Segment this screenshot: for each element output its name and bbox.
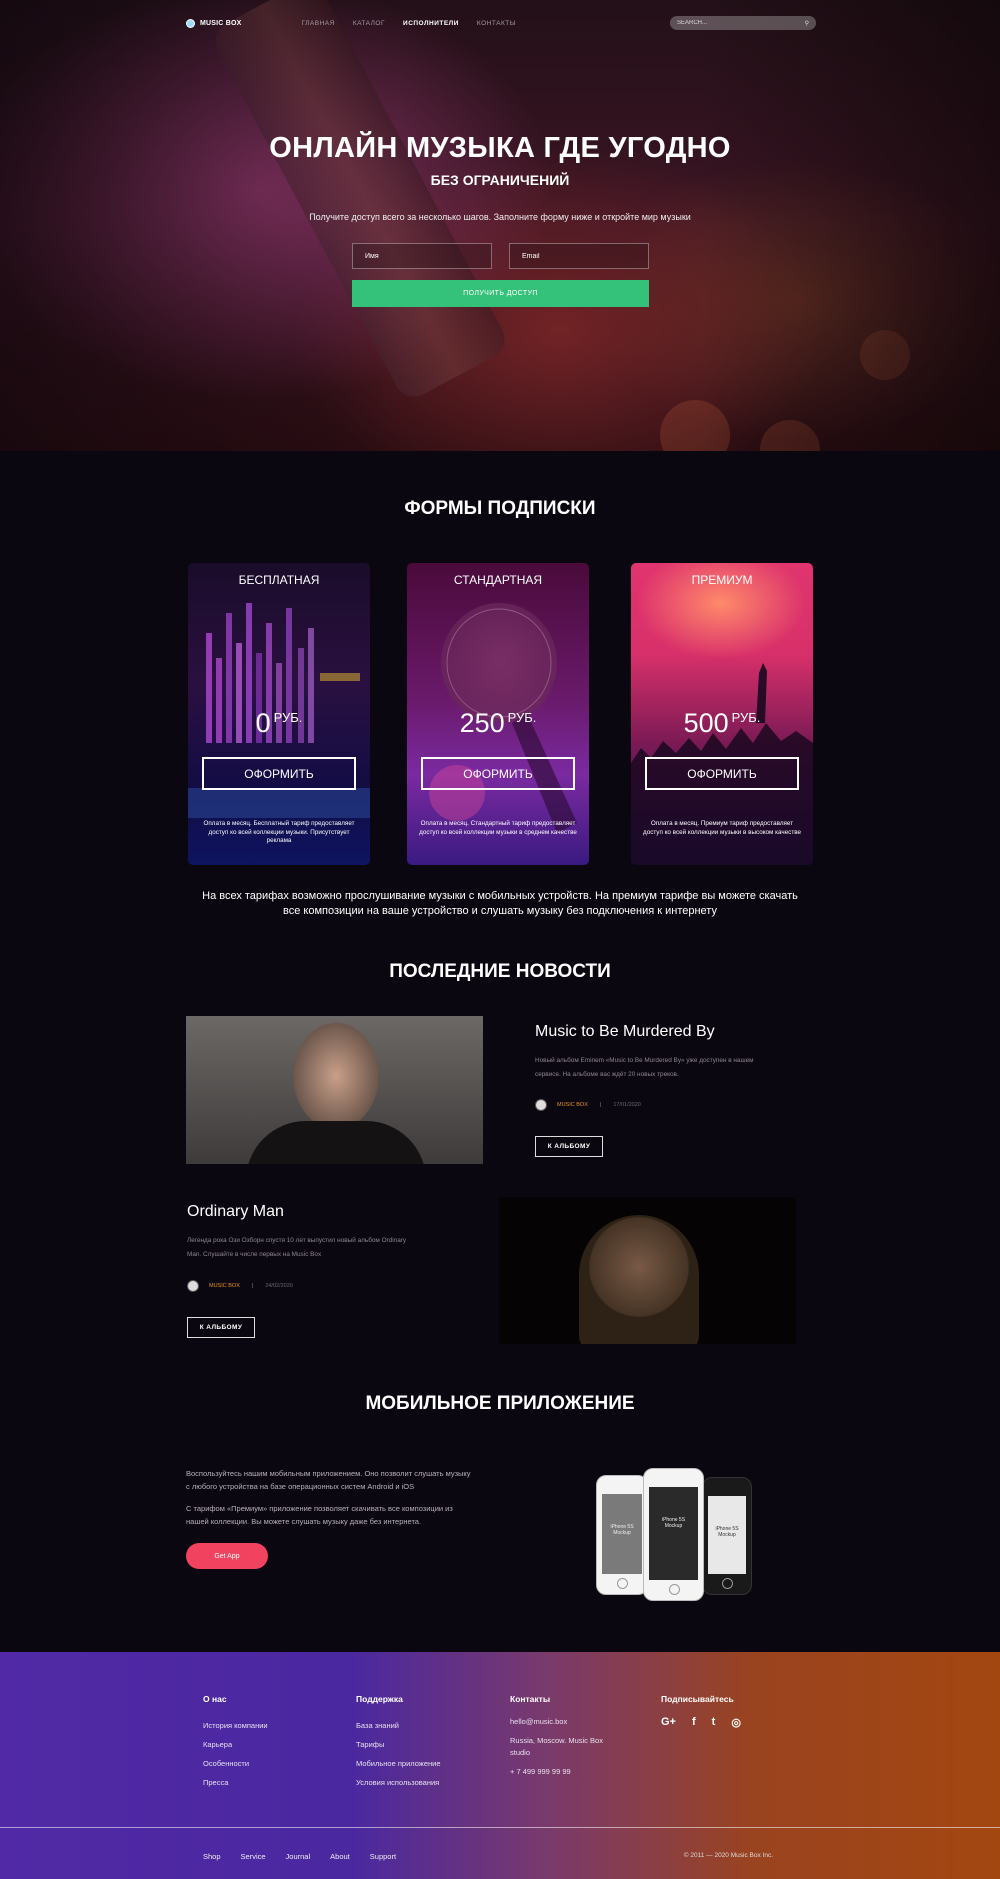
news-author[interactable]: MUSIC BOX [557, 1102, 588, 1108]
footer-link[interactable]: Пресса [203, 1773, 268, 1792]
hero-lead: Получите доступ всего за несколько шагов… [309, 212, 691, 222]
subscribe-premium-button[interactable]: ОФОРМИТЬ [645, 757, 799, 790]
news-text-1: Новый альбом Eminem «Music to Be Murdere… [535, 1057, 754, 1078]
get-access-button[interactable]: ПОЛУЧИТЬ ДОСТУП [352, 280, 649, 307]
google-plus-icon[interactable]: G+ [661, 1716, 676, 1729]
footer-subscribe: Подписывайтесь G+ f t ◎ [661, 1694, 741, 1729]
contact-address: Russia, Moscow. Music Box studio [510, 1735, 603, 1758]
footer-link[interactable]: Условия использования [356, 1773, 441, 1792]
album-button-1[interactable]: К АЛЬБОМУ [535, 1136, 603, 1157]
footer-divider [0, 1827, 1000, 1828]
hero-title: ОНЛАЙН МУЗЫКА ГДЕ УГОДНО [269, 132, 731, 164]
footer: О нас История компании Карьера Особеннос… [0, 1652, 1000, 1879]
footer-link-about[interactable]: About [330, 1852, 350, 1861]
twitter-icon[interactable]: t [712, 1716, 716, 1729]
plan-description: Оплата в месяц. Бесплатный тариф предост… [203, 820, 355, 844]
plan-name: СТАНДАРТНАЯ [453, 573, 543, 587]
contact-phone[interactable]: + 7 499 999 99 99 [510, 1766, 630, 1779]
footer-about: О нас История компании Карьера Особеннос… [203, 1694, 268, 1792]
instagram-icon[interactable]: ◎ [731, 1716, 741, 1729]
plans-title: ФОРМЫ ПОДПИСКИ [404, 498, 596, 519]
nav-item-catalog[interactable]: КАТАЛОГ [353, 20, 385, 27]
search-input[interactable] [677, 20, 777, 26]
plan-currency: РУБ. [731, 710, 761, 725]
footer-link-journal[interactable]: Journal [286, 1852, 311, 1861]
phone-mockup-center: iPhone 5S Mockup [643, 1468, 704, 1601]
plan-currency: РУБ. [273, 710, 303, 725]
footer-link[interactable]: База знаний [356, 1716, 441, 1735]
phone-mockup-right: iPhone 5S Mockup [702, 1477, 752, 1595]
plan-price: 500 РУБ. [683, 708, 761, 738]
footer-link[interactable]: Мобильное приложение [356, 1754, 441, 1773]
plan-name: БЕСПЛАТНАЯ [238, 573, 320, 587]
news-date: 24/02/2020 [265, 1283, 293, 1289]
main-menu: ГЛАВНАЯ КАТАЛОГ ИСПОЛНИТЕЛИ КОНТАКТЫ [301, 20, 516, 27]
news-title-2[interactable]: Ordinary Man [187, 1203, 284, 1221]
plan-card-premium: ПРЕМИУМ 500 РУБ. ОФОРМИТЬ Оплата в месяц.… [631, 563, 813, 865]
app-text-2: С тарифом «Премиум» приложение позволяет… [186, 1504, 453, 1526]
nav-item-artists[interactable]: ИСПОЛНИТЕЛИ [403, 20, 459, 27]
plan-price: 0 РУБ. [255, 708, 303, 738]
subscribe-free-button[interactable]: ОФОРМИТЬ [202, 757, 356, 790]
facebook-icon[interactable]: f [692, 1716, 696, 1729]
footer-link-support[interactable]: Support [370, 1852, 396, 1861]
plan-description: Оплата в месяц. Стандартный тариф предос… [419, 820, 577, 836]
hero-section: MUSIC BOX ГЛАВНАЯ КАТАЛОГ ИСПОЛНИТЕЛИ КО… [0, 0, 1000, 451]
avatar [187, 1280, 199, 1292]
news-meta-1: MUSIC BOX | 17/01/2020 [535, 1099, 641, 1111]
plan-currency: РУБ. [507, 710, 537, 725]
copyright: © 2011 — 2020 Music Box Inc. [683, 1852, 773, 1859]
app-title: МОБИЛЬНОЕ ПРИЛОЖЕНИЕ [365, 1393, 635, 1414]
plan-description: Оплата в месяц. Премиум тариф предоставл… [643, 820, 801, 836]
footer-link[interactable]: Карьера [203, 1735, 268, 1754]
search-icon[interactable]: ⚲ [805, 20, 809, 27]
news-title-1[interactable]: Music to Be Murdered By [535, 1023, 715, 1041]
plan-card-free: БЕСПЛАТНАЯ 0 РУБ. ОФОРМИТЬ Оплата в месяц… [188, 563, 370, 865]
news-text-2: Легенда рока Ози Озборн спустя 10 лет вы… [187, 1237, 407, 1258]
footer-heading: Контакты [510, 1694, 551, 1704]
social-links: G+ f t ◎ [661, 1716, 741, 1729]
footer-heading: О нас [203, 1694, 227, 1704]
phone-mockup-left: iPhone 5S Mockup [596, 1475, 648, 1595]
footer-link[interactable]: Особенности [203, 1754, 268, 1773]
subscribe-standard-button[interactable]: ОФОРМИТЬ [421, 757, 575, 790]
album-button-2[interactable]: К АЛЬБОМУ [187, 1317, 255, 1338]
footer-contacts: Контакты hello@music.box Russia, Moscow.… [510, 1694, 630, 1784]
get-app-button[interactable]: Get App [186, 1543, 268, 1569]
footer-heading: Подписывайтесь [661, 1694, 734, 1704]
nav-item-home[interactable]: ГЛАВНАЯ [301, 20, 334, 27]
hero-shade [0, 0, 1000, 451]
name-field[interactable] [352, 243, 492, 269]
app-text-1: Воспользуйтесь нашим мобильным приложени… [186, 1469, 471, 1491]
news-title: ПОСЛЕДНИЕ НОВОСТИ [389, 961, 611, 982]
email-field[interactable] [509, 243, 649, 269]
footer-link-service[interactable]: Service [241, 1852, 266, 1861]
news-author[interactable]: MUSIC BOX [209, 1283, 240, 1289]
plans-note: На всех тарифах возможно прослушивание м… [202, 890, 798, 917]
logo-text: MUSIC BOX [200, 19, 242, 27]
footer-bottom-links: Shop Service Journal About Support [203, 1852, 396, 1861]
footer-link[interactable]: Тарифы [356, 1735, 441, 1754]
logo[interactable]: MUSIC BOX [186, 18, 242, 28]
footer-support: Поддержка База знаний Тарифы Мобильное п… [356, 1694, 441, 1792]
news-meta-2: MUSIC BOX | 24/02/2020 [187, 1280, 293, 1292]
news-image-ozzy [499, 1197, 796, 1344]
hero-subtitle: БЕЗ ОГРАНИЧЕНИЙ [430, 172, 570, 188]
plan-card-standard: СТАНДАРТНАЯ 250 РУБ. ОФОРМИТЬ Оплата в ме… [407, 563, 589, 865]
news-date: 17/01/2020 [613, 1102, 641, 1108]
contact-email[interactable]: hello@music.box [510, 1716, 630, 1729]
plan-name: ПРЕМИУМ [691, 573, 753, 587]
plan-price: 250 РУБ. [459, 708, 537, 738]
news-image-eminem [186, 1016, 483, 1164]
footer-heading: Поддержка [356, 1694, 403, 1704]
search-box: ⚲ [670, 16, 816, 30]
footer-link[interactable]: История компании [203, 1716, 268, 1735]
top-nav: MUSIC BOX ГЛАВНАЯ КАТАЛОГ ИСПОЛНИТЕЛИ КО… [186, 12, 816, 34]
disc-icon [186, 18, 195, 28]
footer-link-shop[interactable]: Shop [203, 1852, 221, 1861]
avatar [535, 1099, 547, 1111]
nav-item-contacts[interactable]: КОНТАКТЫ [477, 20, 516, 27]
